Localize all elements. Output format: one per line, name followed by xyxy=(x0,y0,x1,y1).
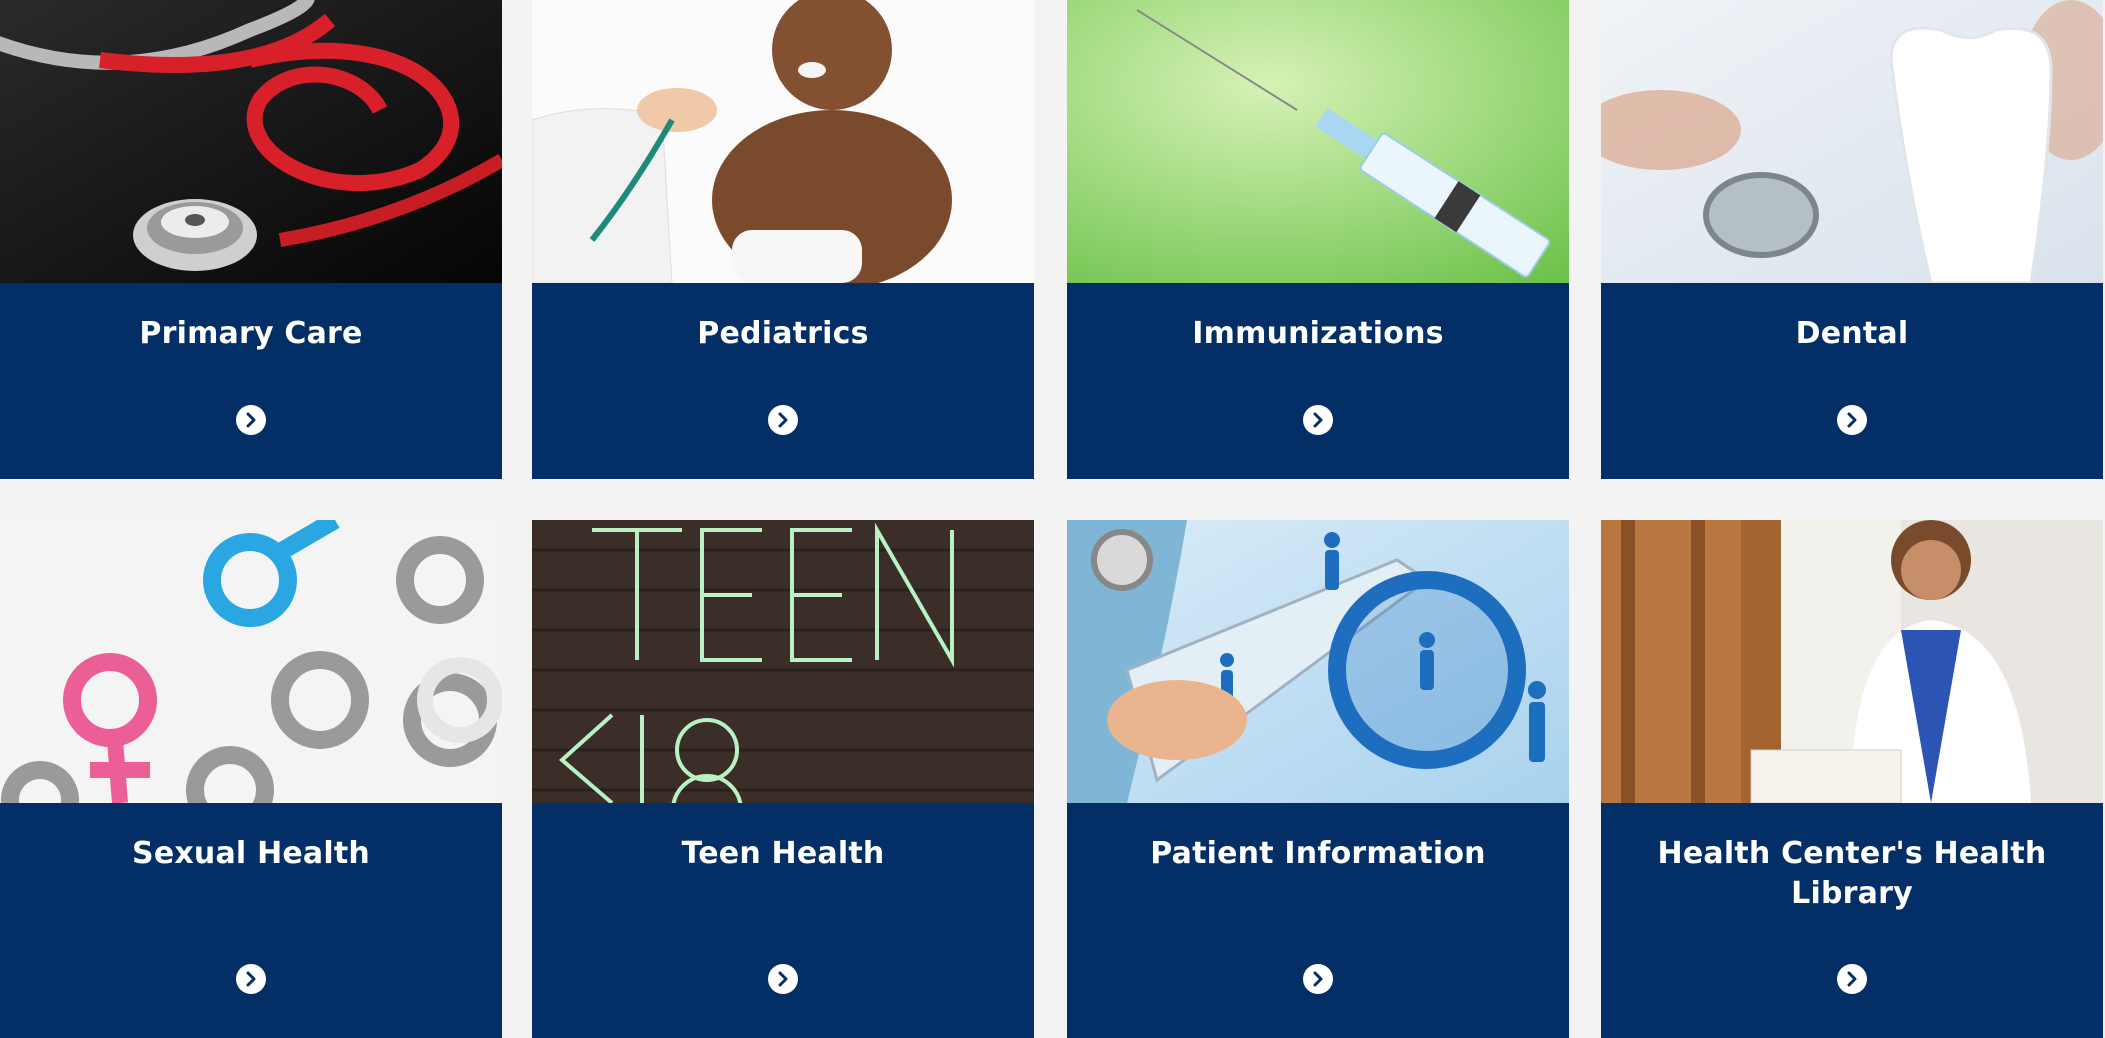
gender-symbols-image xyxy=(0,520,502,803)
card-pediatrics[interactable]: Pediatrics xyxy=(532,0,1034,479)
chevron-right-circle-icon[interactable] xyxy=(1837,964,1867,994)
card-teen-health[interactable]: Teen Health xyxy=(532,520,1034,1038)
card-title: Health Center's Health Library xyxy=(1657,836,2047,911)
medical-tablet-image xyxy=(1067,520,1569,803)
doctor-library-image xyxy=(1601,520,2103,803)
chevron-right-circle-icon[interactable] xyxy=(236,964,266,994)
card-title: Immunizations xyxy=(1192,316,1444,351)
card-immunizations[interactable]: Immunizations xyxy=(1067,0,1569,479)
stethoscope-image xyxy=(0,0,502,283)
card-title: Patient Information xyxy=(1150,836,1486,871)
teen-neon-sign-image xyxy=(532,520,1034,803)
card-title: Teen Health xyxy=(681,836,885,871)
syringe-image xyxy=(1067,0,1569,283)
card-title: Sexual Health xyxy=(132,836,370,871)
chevron-right-circle-icon[interactable] xyxy=(1303,405,1333,435)
chevron-right-circle-icon[interactable] xyxy=(236,405,266,435)
card-sexual-health[interactable]: Sexual Health xyxy=(0,520,502,1038)
service-grid: Primary Care Pediatrics Immunizations De… xyxy=(0,0,2105,1038)
baby-checkup-image xyxy=(532,0,1034,283)
card-title: Pediatrics xyxy=(697,316,869,351)
card-title: Primary Care xyxy=(139,316,363,351)
card-health-library[interactable]: Health Center's Health Library xyxy=(1601,520,2103,1038)
card-dental[interactable]: Dental xyxy=(1601,0,2103,479)
card-patient-information[interactable]: Patient Information xyxy=(1067,520,1569,1038)
chevron-right-circle-icon[interactable] xyxy=(1837,405,1867,435)
tooth-model-image xyxy=(1601,0,2103,283)
chevron-right-circle-icon[interactable] xyxy=(768,964,798,994)
chevron-right-circle-icon[interactable] xyxy=(1303,964,1333,994)
card-title: Dental xyxy=(1795,316,1909,351)
card-primary-care[interactable]: Primary Care xyxy=(0,0,502,479)
chevron-right-circle-icon[interactable] xyxy=(768,405,798,435)
